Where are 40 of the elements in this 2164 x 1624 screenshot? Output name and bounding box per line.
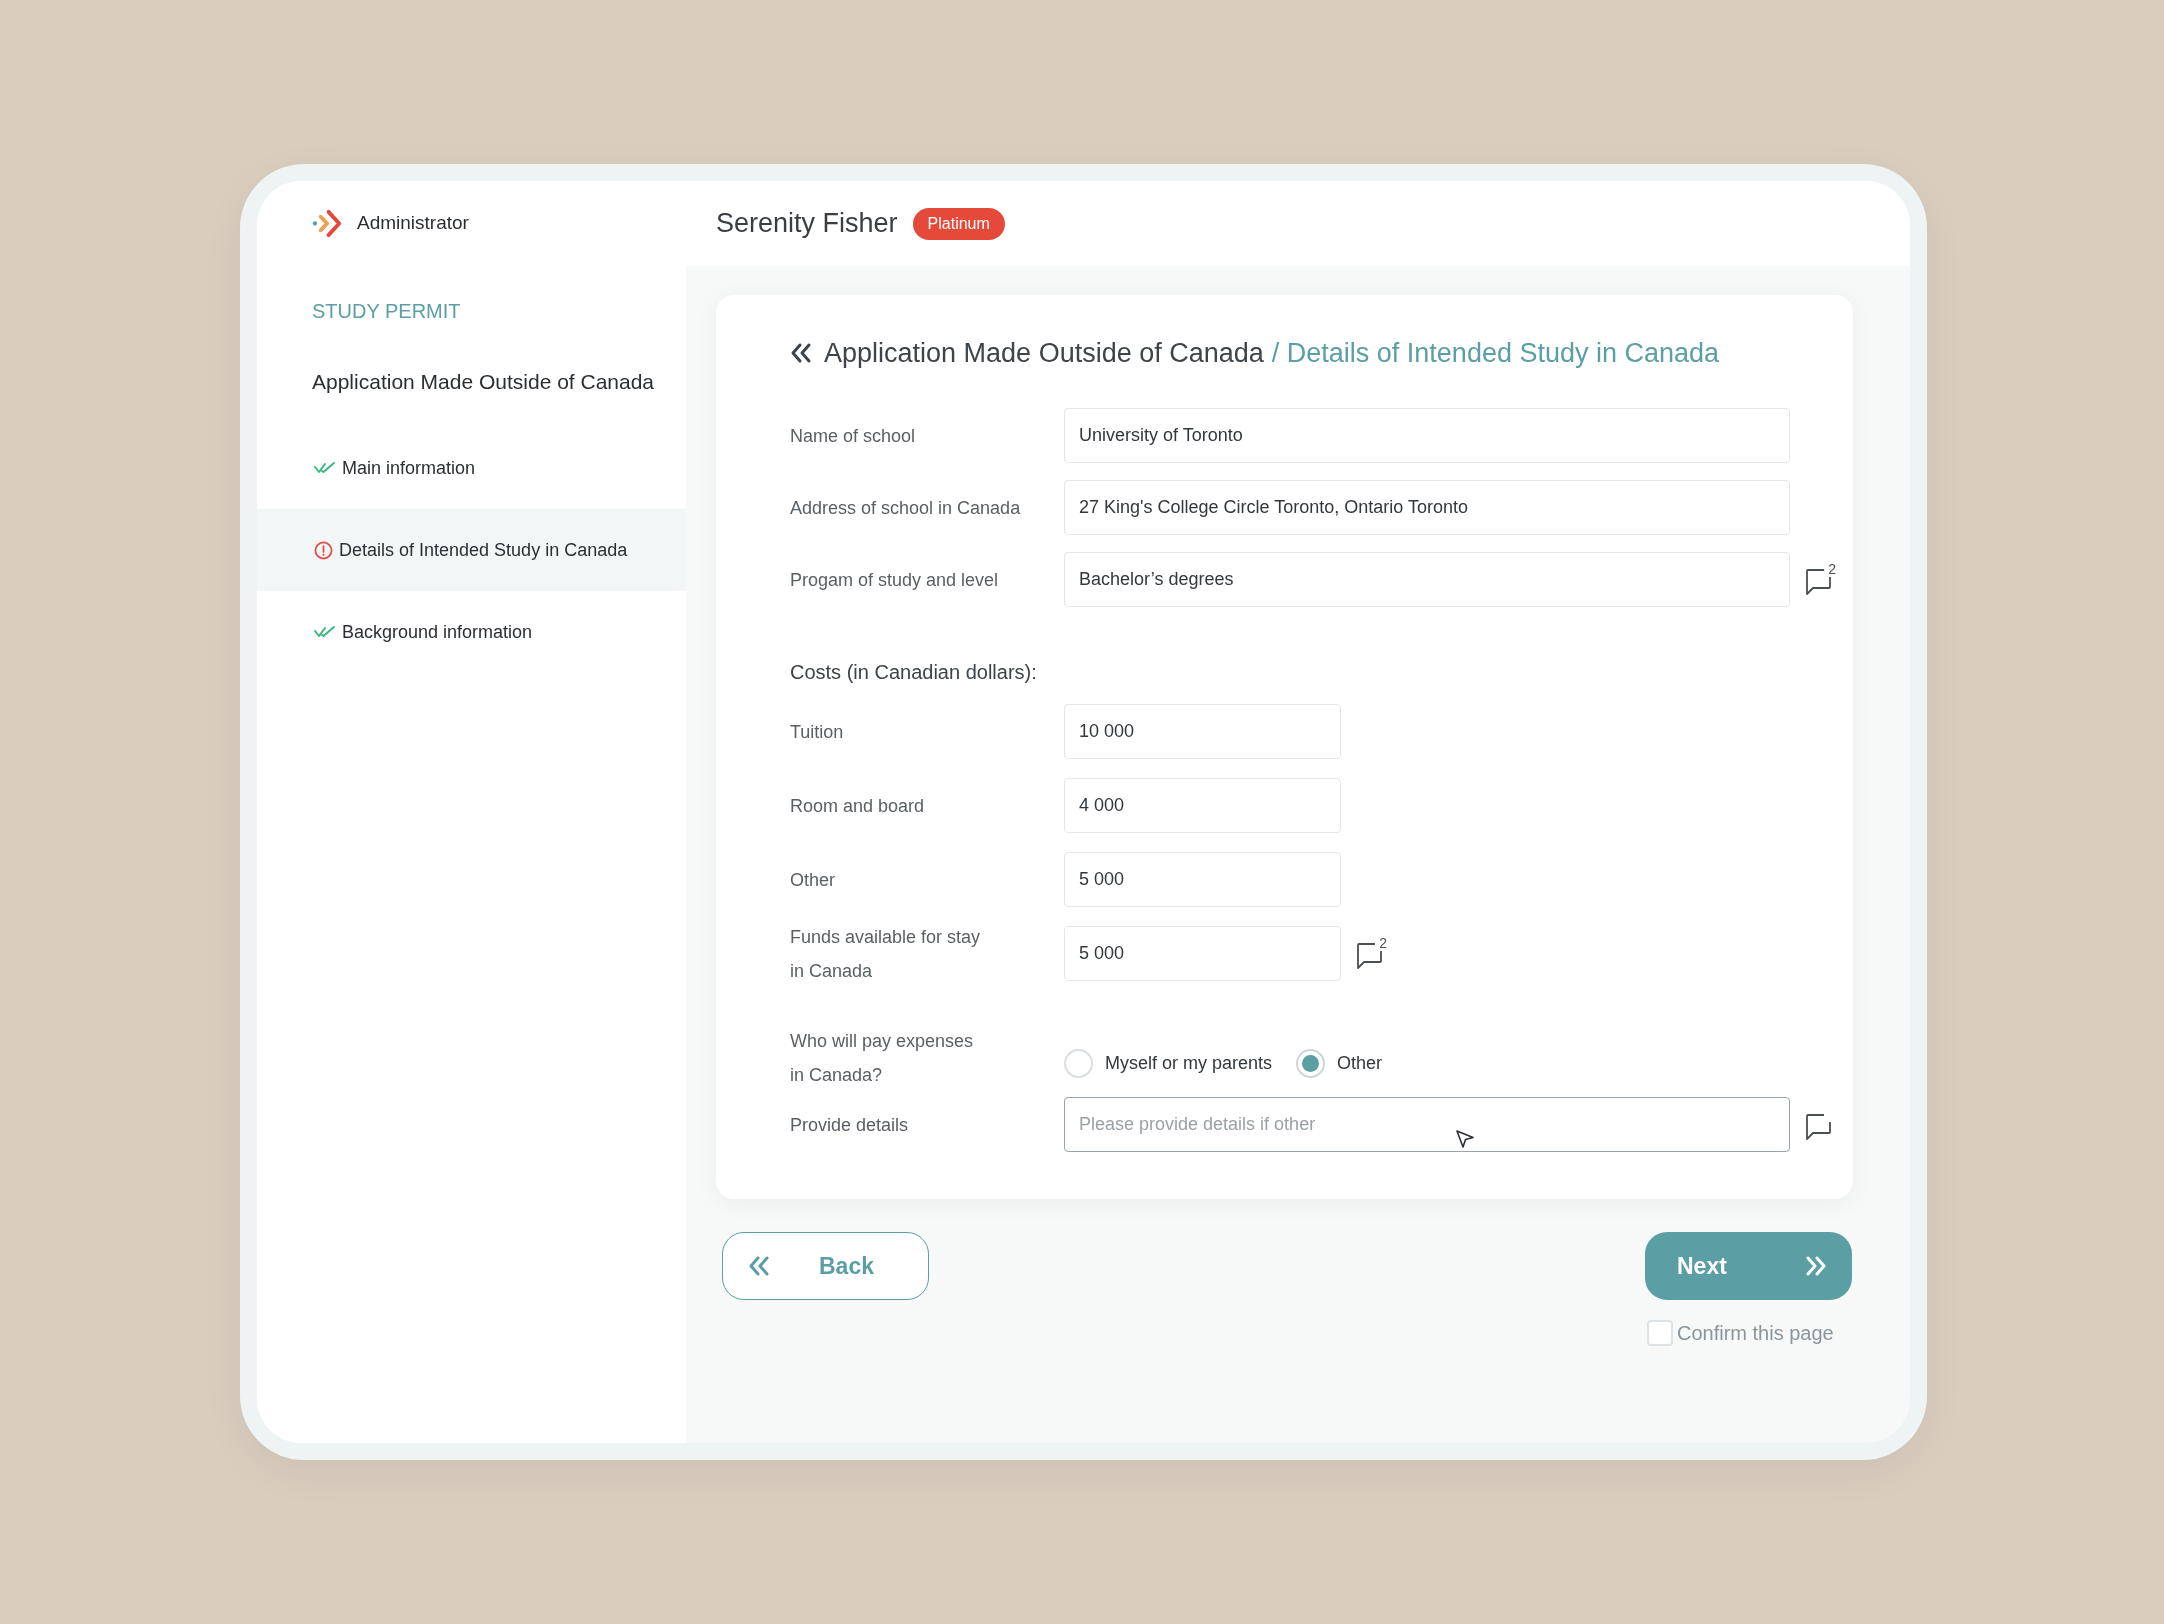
text-field[interactable]: Bachelor’s degrees (1064, 552, 1790, 607)
breadcrumb-parent[interactable]: Application Made Outside of Canada (824, 332, 1264, 374)
text-field[interactable]: 4 000 (1064, 778, 1341, 833)
section-title: STUDY PERMIT (311, 299, 462, 324)
text-field[interactable]: 27 King's College Circle Toronto, Ontario Toronto (1064, 480, 1790, 535)
checkbox-label: Confirm this page (1677, 1321, 1834, 1346)
radio-button[interactable] (1296, 1048, 1326, 1078)
plan-badge: Platinum (912, 207, 1005, 240)
text-field[interactable]: 5 000 (1064, 852, 1341, 907)
field-label: Progam of study and level (790, 568, 1000, 592)
field-label: Provide details (790, 1113, 910, 1137)
breadcrumb-current: / Details of Intended Study in Canada (1271, 336, 1720, 370)
field-label: Address of school in Canada (790, 496, 1022, 520)
text-field[interactable]: 10 000 (1064, 704, 1341, 759)
group-title: Application Made Outside of Canada (311, 369, 656, 395)
section-heading: Costs (in Canadian dollars): (790, 660, 1038, 685)
field-label: Name of school (790, 424, 917, 448)
user-name: Serenity Fisher (716, 207, 898, 241)
sidebar-item[interactable]: Details of Intended Study in Canada (257, 509, 686, 591)
field-label: Who will pay expenses in Canada? (790, 1030, 975, 1087)
radio-label: Other (1337, 1051, 1383, 1075)
field-label: Other (790, 868, 837, 892)
double-chevron-left-icon (790, 342, 812, 364)
mouse-pointer-icon (1455, 1129, 1475, 1149)
field-label: Room and board (790, 794, 926, 818)
back-link[interactable] (790, 342, 812, 364)
field-label: Tuition (790, 720, 845, 744)
speech-bubble-icon (1804, 1112, 1832, 1140)
radio-button[interactable] (1064, 1048, 1093, 1078)
text-field[interactable]: University of Toronto (1064, 408, 1790, 463)
radio-label: Myself or my parents (1105, 1051, 1273, 1075)
double-chevron-left-icon (748, 1255, 770, 1277)
text-field[interactable]: 5 000 (1064, 926, 1341, 981)
field-label: Funds available for stay in Canada (790, 925, 982, 983)
double-chevron-right-icon (1805, 1255, 1827, 1277)
comment-button[interactable]: 2 (1804, 564, 1835, 595)
checkbox[interactable] (1647, 1320, 1673, 1346)
comment-button[interactable]: 2 (1355, 938, 1386, 969)
text-field[interactable]: Please provide details if other (1064, 1097, 1790, 1152)
role-label: Administrator (357, 211, 469, 236)
